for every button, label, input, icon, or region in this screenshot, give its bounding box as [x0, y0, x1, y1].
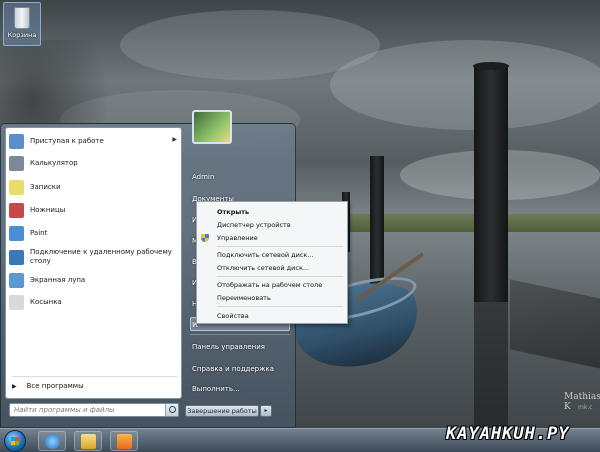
media-player-icon [117, 434, 132, 449]
program-label: Paint [30, 229, 48, 237]
programs-separator [12, 376, 177, 377]
context-menu-item-label: Свойства [217, 312, 249, 320]
start-right-item[interactable]: Справка и поддержка [190, 362, 290, 376]
uac-shield-icon [201, 234, 209, 242]
search-icon[interactable] [165, 404, 178, 416]
shutdown-options-button[interactable]: ▸ [260, 405, 272, 417]
ie-icon [45, 434, 60, 449]
program-label: Записки [30, 183, 61, 191]
recycle-bin-icon [14, 7, 30, 29]
recycle-bin-label: Корзина [7, 31, 37, 39]
start-right-item[interactable]: Выполнить... [190, 382, 290, 396]
context-menu-item[interactable]: Диспетчер устройств [197, 219, 347, 231]
program-item[interactable]: Paint [9, 223, 179, 243]
context-menu-item-label: Управление [217, 234, 258, 242]
program-label: Приступая к работе [30, 137, 104, 145]
program-item[interactable]: Подключение к удаленному рабочему столу [9, 244, 179, 270]
context-menu-item[interactable]: Переименовать [197, 292, 347, 304]
context-menu-separator [217, 306, 343, 307]
context-menu-item[interactable]: Подключить сетевой диск... [197, 249, 347, 261]
user-picture[interactable] [192, 110, 232, 144]
context-menu-item[interactable]: Открыть [197, 206, 347, 218]
context-menu-item-label: Переименовать [217, 294, 271, 302]
solitaire-icon [9, 294, 24, 310]
context-menu-separator [217, 276, 343, 277]
context-menu-item[interactable]: Отключить сетевой диск... [197, 262, 347, 274]
context-menu-item-label: Подключить сетевой диск... [217, 251, 314, 259]
search-placeholder: Найти программы и файлы [14, 406, 115, 414]
program-item[interactable]: Косынка [9, 292, 179, 312]
program-label: Ножницы [30, 206, 66, 214]
context-menu-separator [217, 246, 343, 247]
all-programs-label: Все программы [26, 382, 84, 390]
start-right-item[interactable]: Admin [190, 170, 290, 184]
explorer-folder-icon [81, 434, 96, 449]
paint-icon [9, 225, 24, 241]
start-right-item[interactable]: Панель управления [190, 340, 290, 354]
program-item[interactable]: Экранная лупа [9, 270, 179, 290]
submenu-arrow-icon: ▶ [172, 136, 177, 143]
programs-pane: Приступая к работе ▶ Калькулятор Записки Нож… [5, 127, 182, 399]
program-item[interactable]: Ножницы [9, 200, 179, 220]
program-label: Калькулятор [30, 159, 78, 167]
program-label: Косынка [30, 298, 62, 306]
program-label: Подключение к удаленному рабочему столу [30, 248, 172, 265]
calculator-icon [9, 155, 24, 171]
taskbar-explorer-button[interactable] [74, 431, 102, 451]
recycle-bin-desktop-icon[interactable]: Корзина [3, 2, 41, 46]
program-label: Экранная лупа [30, 276, 86, 284]
context-menu-item-label: Диспетчер устройств [217, 221, 291, 229]
context-menu-item-label: Отключить сетевой диск... [217, 264, 310, 272]
program-item[interactable]: Записки [9, 177, 179, 197]
sticky-notes-icon [9, 179, 24, 195]
right-pane-separator [190, 334, 290, 335]
context-menu-item-label: Отображать на рабочем столе [217, 281, 323, 289]
remote-desktop-icon [9, 249, 24, 265]
context-menu-item[interactable]: Свойства [197, 310, 347, 322]
getting-started-icon [9, 133, 24, 149]
all-programs-button[interactable]: ▶ Все программы [12, 382, 84, 390]
photographer-watermark-sub: mk.c [578, 404, 593, 411]
program-item[interactable]: Калькулятор [9, 153, 179, 173]
expand-arrow-icon: ▶ [12, 383, 17, 390]
context-menu: Открыть Диспетчер устройств Управление Подк… [196, 201, 348, 324]
context-menu-item[interactable]: Отображать на рабочем столе [197, 279, 347, 291]
context-menu-item-label: Открыть [217, 208, 250, 216]
shutdown-button[interactable]: Завершение работы [185, 405, 259, 417]
program-item[interactable]: Приступая к работе ▶ [9, 131, 179, 151]
magnifier-icon [9, 272, 24, 288]
start-button[interactable] [4, 430, 26, 452]
context-menu-item[interactable]: Управление [197, 232, 347, 244]
taskbar-media-player-button[interactable] [110, 431, 138, 451]
taskbar-ie-button[interactable] [38, 431, 66, 451]
site-watermark: KAYAHKUH.PY [446, 424, 570, 444]
search-input[interactable]: Найти программы и файлы [9, 403, 179, 417]
snipping-tool-icon [9, 202, 24, 218]
